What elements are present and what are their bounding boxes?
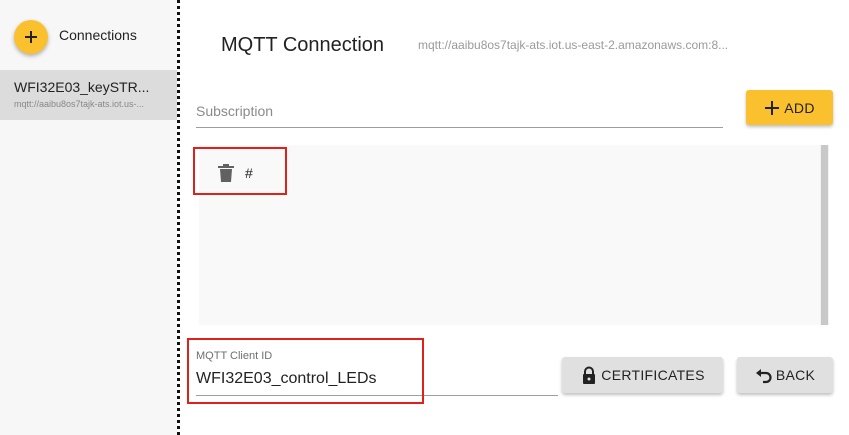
lock-icon <box>583 366 596 384</box>
add-label: ADD <box>784 99 815 116</box>
topic-list: # <box>199 145 820 325</box>
connections-sidebar: Connections WFI32E03_keySTR... mqtt://aa… <box>0 0 177 435</box>
scrollbar-thumb[interactable] <box>821 145 828 325</box>
certificates-button[interactable]: CERTIFICATES <box>562 357 723 393</box>
connections-label: Connections <box>59 27 137 43</box>
certificates-label: CERTIFICATES <box>601 367 705 383</box>
connection-item-url: mqtt://aaibu8os7tajk-ats.iot.us-... <box>14 99 145 109</box>
connection-item[interactable]: WFI32E03_keySTR... mqtt://aaibu8os7tajk-… <box>0 70 177 120</box>
back-button[interactable]: BACK <box>737 357 833 393</box>
add-subscription-button[interactable]: ADD <box>746 90 833 125</box>
topic-highlight-box <box>193 147 287 195</box>
add-connection-button[interactable] <box>14 20 48 54</box>
page-title: MQTT Connection <box>221 34 385 56</box>
subscription-input[interactable] <box>196 98 723 128</box>
topic-list-scrollbar[interactable] <box>820 145 829 325</box>
sidebar-divider <box>177 0 180 435</box>
back-label: BACK <box>775 367 816 383</box>
plus-icon <box>765 100 780 115</box>
connection-item-name: WFI32E03_keySTR... <box>14 79 150 95</box>
plus-icon <box>25 31 37 43</box>
client-id-highlight-box <box>187 338 424 404</box>
connection-url: mqtt://aaibu8os7tajk-ats.iot.us-east-2.a… <box>418 38 729 52</box>
undo-icon <box>755 369 772 384</box>
